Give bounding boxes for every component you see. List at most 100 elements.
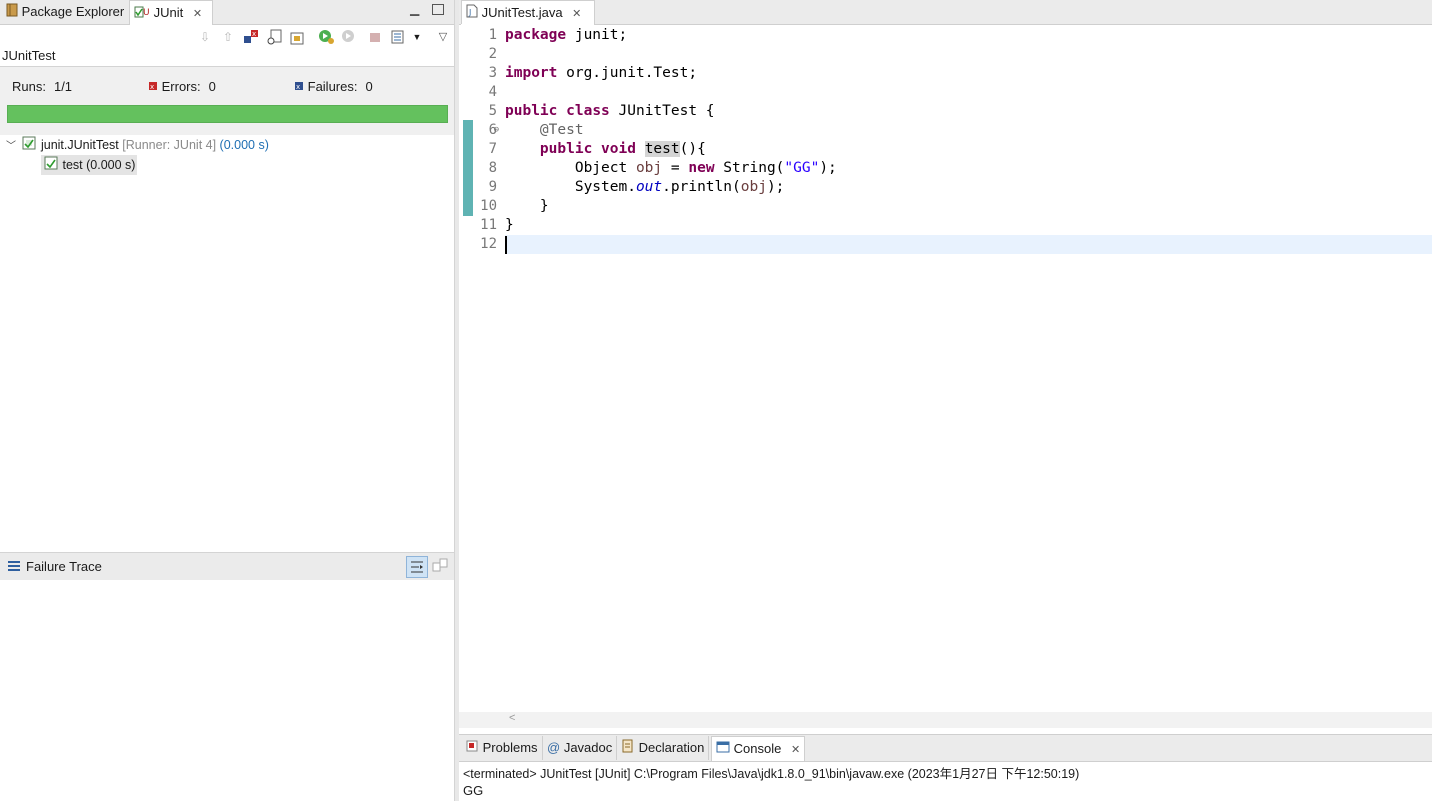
tree-row-test[interactable]: test (0.000 s) xyxy=(41,155,138,175)
problems-icon xyxy=(465,740,479,756)
console-icon xyxy=(716,741,730,757)
runs-counter: Runs: 1/1 xyxy=(12,79,72,94)
error-icon: x xyxy=(148,79,158,94)
code-area[interactable]: package junit; import org.junit.Test; pu… xyxy=(505,24,1432,714)
code-line-7: public void test(){ xyxy=(539,141,706,157)
failure-icon: x xyxy=(294,79,304,94)
tab-javadoc-label: Javadoc xyxy=(563,740,613,755)
scroll-left-icon[interactable]: < xyxy=(509,712,515,724)
code-line-10: } xyxy=(539,198,549,214)
view-menu-icon[interactable]: ▽ xyxy=(434,28,452,46)
line-number: 1 xyxy=(488,27,497,43)
junit-toolbar: ⇩ ⇧ x ▼ ▽ xyxy=(0,25,454,49)
svg-text:x: x xyxy=(296,83,300,91)
tab-declaration[interactable]: Declaration xyxy=(617,736,710,760)
svg-text:x: x xyxy=(252,30,256,38)
junit-counters: Runs: 1/1 x Errors: 0 x Failures: 0 xyxy=(0,66,454,136)
code-line-8: Object obj = new String("GG"); xyxy=(574,160,837,176)
package-explorer-icon xyxy=(6,1,18,25)
runs-label: Runs: xyxy=(12,79,46,94)
console-process-status: <terminated> JUnitTest [JUnit] C:\Progra… xyxy=(463,767,1080,781)
line-number: 5 xyxy=(488,103,497,119)
editor-tab-bar: J JUnitTest.java ✕ xyxy=(459,0,1432,25)
line-number: 11 xyxy=(480,217,497,233)
line-number: 6 ⊖ xyxy=(488,121,499,140)
compare-result-icon[interactable] xyxy=(431,557,449,578)
line-number: 12 xyxy=(480,236,497,252)
tree-row-suite[interactable]: ﹀ junit.JUnitTest [Runner: JUnit 4] (0.0… xyxy=(6,135,269,155)
close-icon[interactable]: ✕ xyxy=(193,8,202,20)
code-line-1: package junit; xyxy=(505,27,628,43)
runs-value: 1/1 xyxy=(53,79,73,94)
errors-label: Errors: xyxy=(161,79,201,94)
failure-trace-header: Failure Trace xyxy=(0,552,454,581)
list-icon xyxy=(7,559,21,576)
code-line-9: System.out.println(obj); xyxy=(574,179,785,195)
scroll-lock-icon[interactable] xyxy=(265,28,283,46)
minimize-icon[interactable]: ▁ xyxy=(410,2,419,16)
tab-junit-label: JUnit xyxy=(153,5,184,20)
test-progress-fill xyxy=(8,106,447,122)
suite-name: junit.JUnitTest xyxy=(40,138,119,152)
rerun-failed-first-icon[interactable] xyxy=(341,28,359,46)
line-number: 7 xyxy=(488,141,497,157)
failures-value: 0 xyxy=(365,79,373,94)
tab-package-explorer-label: Package Explorer xyxy=(21,4,125,19)
left-tab-bar: Package Explorer U JUnit ✕ ▁ xyxy=(0,0,454,25)
lock-icon[interactable] xyxy=(288,28,306,46)
test-label: test (0.000 s) xyxy=(62,158,136,172)
svg-text:x: x xyxy=(150,83,154,91)
line-number-gutter: 1 2 3 4 5 6 ⊖ 7 8 9 10 11 12 xyxy=(475,24,505,714)
junit-run-title: JUnitTest xyxy=(2,48,56,63)
console-view: Problems @ Javadoc Declaration Console ✕… xyxy=(459,734,1432,802)
tab-package-explorer[interactable]: Package Explorer xyxy=(2,0,135,24)
rerun-test-icon[interactable] xyxy=(318,28,336,46)
maximize-icon[interactable] xyxy=(432,4,444,15)
chevron-down-icon[interactable]: ﹀ xyxy=(6,137,18,157)
tab-javadoc[interactable]: @ Javadoc xyxy=(543,736,618,760)
tab-problems[interactable]: Problems xyxy=(461,736,543,760)
stop-icon[interactable] xyxy=(366,28,384,46)
suite-time: (0.000 s) xyxy=(219,138,269,152)
console-output[interactable]: GG xyxy=(463,783,483,798)
tab-declaration-label: Declaration xyxy=(638,740,705,755)
failures-label: Failures: xyxy=(307,79,358,94)
suite-runner: [Runner: JUnit 4] xyxy=(122,138,217,152)
show-failures-only-icon[interactable]: x xyxy=(242,28,260,46)
svg-text:U: U xyxy=(143,8,150,18)
text-caret xyxy=(505,236,507,254)
failures-counter: x Failures: 0 xyxy=(294,79,373,94)
history-dropdown-icon[interactable]: ▼ xyxy=(408,28,426,46)
close-icon[interactable]: ✕ xyxy=(791,744,800,756)
close-icon[interactable]: ✕ xyxy=(572,8,581,20)
fold-collapse-icon[interactable]: ⊖ xyxy=(494,121,499,140)
next-failure-icon[interactable]: ⇩ xyxy=(196,28,214,46)
console-tab-bar: Problems @ Javadoc Declaration Console ✕ xyxy=(459,735,1432,762)
previous-failure-icon[interactable]: ⇧ xyxy=(219,28,237,46)
current-line-highlight xyxy=(505,235,1432,254)
tab-junit[interactable]: U JUnit ✕ xyxy=(129,0,213,25)
code-line-5: public class JUnitTest { xyxy=(505,103,715,119)
line-number: 2 xyxy=(488,46,497,62)
line-number: 4 xyxy=(488,84,497,100)
tab-problems-label: Problems xyxy=(482,740,538,755)
test-progress-bar xyxy=(7,105,448,123)
filter-stack-trace-icon[interactable] xyxy=(406,556,428,578)
tab-console[interactable]: Console ✕ xyxy=(711,736,806,761)
line-number: 8 xyxy=(488,160,497,176)
java-editor: J JUnitTest.java ✕ 1 2 3 4 5 6 ⊖ 7 8 9 10 11 12 pack… xyxy=(459,0,1432,732)
tab-file-label: JUnitTest.java xyxy=(481,5,563,20)
tab-junittest-java[interactable]: J JUnitTest.java ✕ xyxy=(461,0,595,25)
test-run-history-icon[interactable] xyxy=(389,28,407,46)
failure-trace-label: Failure Trace xyxy=(26,559,102,574)
junit-icon: U xyxy=(134,2,150,26)
code-line-3: import org.junit.Test; xyxy=(505,65,698,81)
failure-trace-body xyxy=(0,580,454,801)
svg-text:J: J xyxy=(468,8,471,17)
code-line-6: @Test xyxy=(539,122,584,138)
errors-value: 0 xyxy=(208,79,216,94)
java-file-icon: J xyxy=(466,2,478,26)
line-number: 10 xyxy=(480,198,497,214)
horizontal-scrollbar[interactable]: < xyxy=(459,712,1432,728)
declaration-icon xyxy=(621,739,635,756)
